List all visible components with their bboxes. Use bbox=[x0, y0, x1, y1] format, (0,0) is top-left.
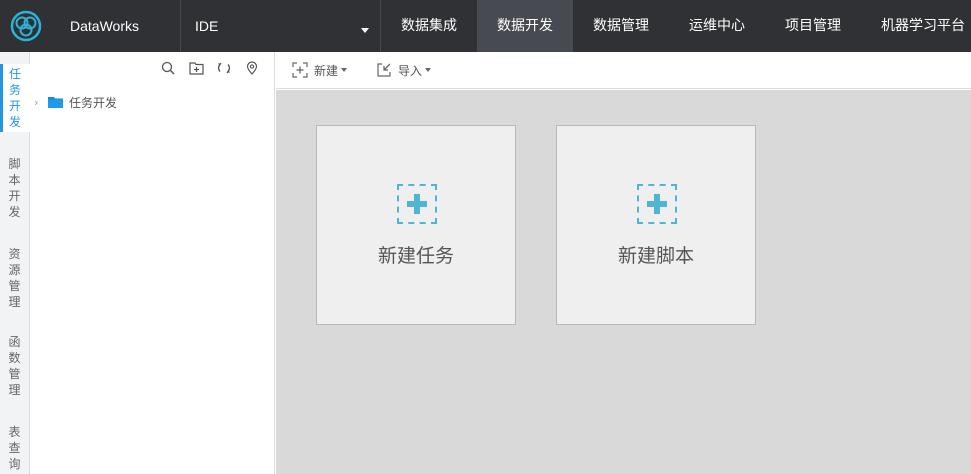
new-script-label: 新建脚本 bbox=[617, 245, 694, 267]
vtab-table-query[interactable]: 表查询 bbox=[0, 424, 29, 474]
plus-icon bbox=[397, 184, 437, 224]
vtab-resource-management[interactable]: 资源管理 bbox=[0, 246, 29, 314]
new-task-label: 新建任务 bbox=[377, 245, 454, 267]
nav-item-data-integration[interactable]: 数据集成 bbox=[381, 0, 477, 52]
nav-item-data-development[interactable]: 数据开发 bbox=[477, 0, 573, 52]
workspace-area: 新建任务 新建脚本 bbox=[276, 90, 971, 474]
environment-selector[interactable]: IDE bbox=[195, 0, 218, 52]
import-icon bbox=[377, 63, 391, 77]
locate-icon[interactable] bbox=[244, 60, 260, 76]
new-script-card[interactable]: 新建脚本 bbox=[556, 125, 756, 325]
new-button[interactable]: 新建 bbox=[292, 61, 348, 79]
task-tree-panel: › 任务开发 bbox=[30, 52, 275, 474]
main-nav: 数据集成 数据开发 数据管理 运维中心 项目管理 机器学习平台 bbox=[381, 0, 971, 52]
import-button[interactable]: 导入 bbox=[376, 61, 432, 79]
new-task-card[interactable]: 新建任务 bbox=[316, 125, 516, 325]
top-navbar: DataWorks IDE 数据集成 数据开发 数据管理 运维中心 项目管理 机… bbox=[0, 0, 971, 52]
nav-item-project-management[interactable]: 项目管理 bbox=[765, 0, 861, 52]
divider bbox=[180, 0, 181, 52]
tree-node-label: 任务开发 bbox=[69, 95, 118, 110]
brand-name: DataWorks bbox=[70, 18, 139, 34]
nav-item-operations-center[interactable]: 运维中心 bbox=[669, 0, 765, 52]
new-folder-icon[interactable] bbox=[188, 60, 204, 76]
import-button-label: 导入 bbox=[398, 63, 423, 78]
vertical-tab-strip: 任务开发 脚本开发 资源管理 函数管理 表查询 bbox=[0, 52, 30, 474]
chevron-down-icon[interactable] bbox=[361, 28, 369, 33]
nav-item-machine-learning[interactable]: 机器学习平台 bbox=[861, 0, 971, 52]
new-button-label: 新建 bbox=[314, 63, 339, 78]
vtab-script-development[interactable]: 脚本开发 bbox=[0, 156, 29, 224]
chevron-down-icon bbox=[425, 68, 432, 72]
tree-toolbar bbox=[160, 60, 260, 76]
editor-toolbar: 新建 导入 bbox=[276, 52, 971, 89]
nav-item-data-management[interactable]: 数据管理 bbox=[573, 0, 669, 52]
chevron-down-icon bbox=[341, 68, 348, 72]
refresh-icon[interactable] bbox=[216, 60, 232, 76]
tree-node-root[interactable]: › 任务开发 bbox=[34, 94, 117, 110]
search-icon[interactable] bbox=[160, 60, 176, 76]
folder-icon bbox=[48, 96, 63, 108]
new-icon bbox=[292, 62, 308, 78]
vtab-function-management[interactable]: 函数管理 bbox=[0, 334, 29, 402]
chevron-right-icon[interactable]: › bbox=[34, 96, 44, 109]
dataworks-logo-icon[interactable] bbox=[0, 0, 52, 52]
vtab-task-development[interactable]: 任务开发 bbox=[0, 64, 30, 132]
plus-icon bbox=[637, 184, 677, 224]
